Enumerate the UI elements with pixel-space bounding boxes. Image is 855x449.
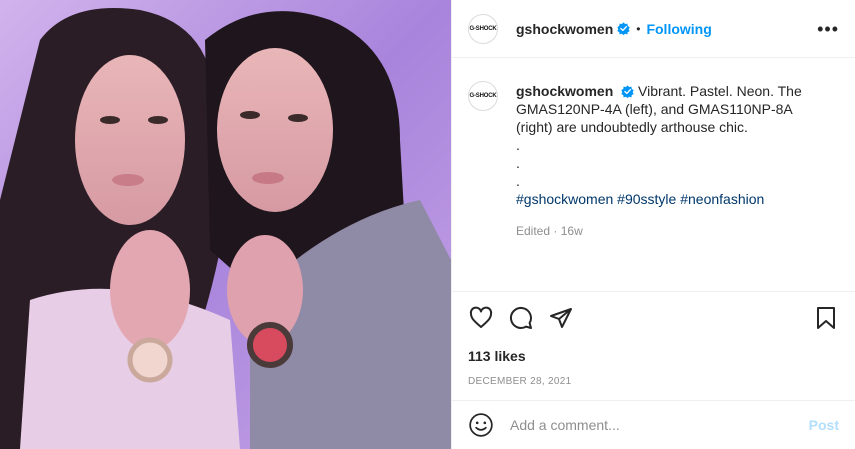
post-header: G-SHOCK gshockwomen • Following ••• [452, 0, 855, 58]
bookmark-icon[interactable] [813, 305, 839, 331]
instagram-post: G-SHOCK gshockwomen • Following ••• G-SH… [0, 0, 855, 449]
caption-dot: . [516, 137, 520, 153]
edited-label: Edited [516, 224, 551, 238]
caption-dot: . [516, 155, 520, 171]
following-button[interactable]: Following [646, 21, 711, 37]
actions-section: 113 likes DECEMBER 28, 2021 [452, 291, 855, 400]
caption-dot: . [516, 173, 520, 189]
action-icons [468, 304, 839, 332]
caption: gshockwomen Vibrant. Pastel. Neon. The G… [516, 82, 812, 291]
caption-avatar[interactable]: G-SHOCK [468, 81, 498, 111]
post-date[interactable]: DECEMBER 28, 2021 [468, 376, 839, 387]
comment-box: Post [452, 400, 855, 449]
avatar[interactable]: G-SHOCK [468, 13, 498, 44]
header-username[interactable]: gshockwomen [516, 21, 613, 37]
separator-dot: • [636, 21, 641, 36]
post-button[interactable]: Post [809, 417, 839, 433]
hashtag-link[interactable]: #neonfashion [680, 191, 764, 207]
comment-icon[interactable] [508, 305, 534, 331]
likes-count[interactable]: 113 likes [468, 348, 839, 364]
verified-badge-icon [617, 22, 630, 35]
comment-input[interactable] [508, 416, 809, 434]
photo-illustration [0, 0, 451, 449]
share-icon[interactable] [548, 305, 574, 331]
hashtag-link[interactable]: #gshockwomen [516, 191, 613, 207]
more-options-icon[interactable]: ••• [817, 20, 839, 38]
post-photo[interactable] [0, 0, 451, 449]
hashtags: #gshockwomen #90sstyle #neonfashion [516, 190, 812, 208]
verified-badge-icon [621, 85, 634, 98]
heart-icon[interactable] [468, 305, 494, 331]
meta-dot: · [553, 224, 558, 238]
caption-area: G-SHOCK gshockwomen Vibrant. Pastel. Neo… [452, 58, 855, 291]
post-age[interactable]: 16w [561, 224, 583, 238]
post-side-panel: G-SHOCK gshockwomen • Following ••• G-SH… [451, 0, 855, 449]
hashtag-link[interactable]: #90sstyle [617, 191, 676, 207]
caption-meta: Edited · 16w [516, 222, 812, 240]
emoji-icon[interactable] [468, 412, 494, 438]
caption-username[interactable]: gshockwomen [516, 83, 613, 99]
